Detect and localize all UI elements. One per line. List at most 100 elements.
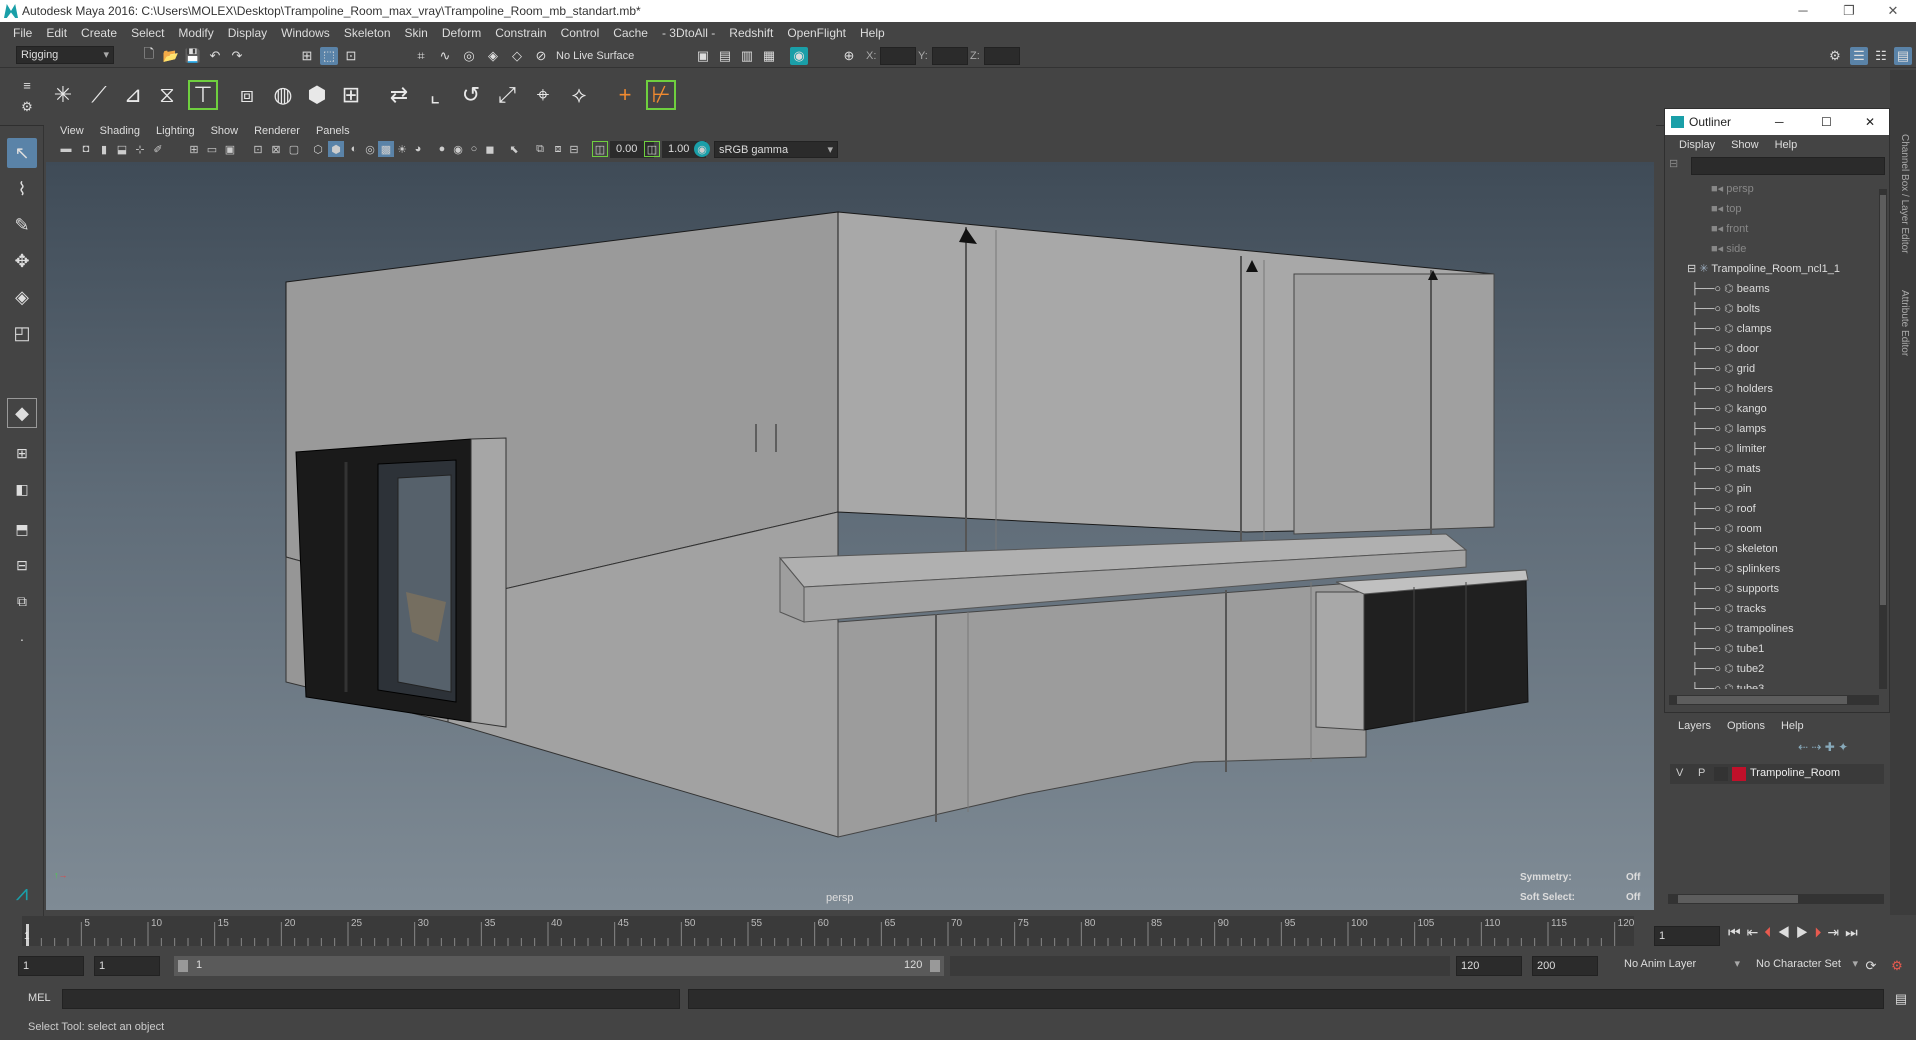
vp-menu-panels[interactable]: Panels [308, 125, 358, 137]
save-scene-icon[interactable]: 💾 [184, 47, 202, 65]
layer-color-swatch[interactable] [1732, 767, 1746, 781]
shadows-icon[interactable]: ◕ [410, 141, 426, 157]
menu-display[interactable]: Display [221, 26, 274, 40]
step-back-key-icon[interactable]: ⇤ [1747, 924, 1765, 940]
outliner-item-roof[interactable]: ├──○ ⌬ roof [1691, 499, 1756, 519]
play-forward-icon[interactable]: ▶ [1796, 924, 1815, 940]
film-gate-icon[interactable]: ▭ [204, 141, 220, 157]
menu-select[interactable]: Select [124, 26, 171, 40]
select-camera-icon[interactable]: ▬ [58, 141, 74, 157]
select-component-icon[interactable]: ⊡ [342, 47, 360, 65]
outliner-item-splinkers[interactable]: ├──○ ⌬ splinkers [1691, 559, 1780, 579]
outliner-item-grid[interactable]: ├──○ ⌬ grid [1691, 359, 1755, 379]
camera-attributes-icon[interactable]: ◘ [78, 141, 94, 157]
single-perspective-layout-icon[interactable]: ◆ [7, 398, 37, 428]
vp-menu-show[interactable]: Show [203, 125, 247, 137]
default-material-icon[interactable]: ◐ [346, 141, 362, 157]
playback-start-field[interactable]: 1 [94, 956, 160, 976]
menu-edit[interactable]: Edit [39, 26, 74, 40]
outliner-item-skeleton[interactable]: ├──○ ⌬ skeleton [1691, 539, 1778, 559]
hypershade-layout-icon[interactable]: ⊟ [7, 550, 37, 580]
outliner-item-mats[interactable]: ├──○ ⌬ mats [1691, 459, 1761, 479]
color-management-icon[interactable]: ◉ [694, 141, 710, 157]
outliner-item-door[interactable]: ├──○ ⌬ door [1691, 339, 1759, 359]
restore-button[interactable]: ❐ [1826, 0, 1872, 22]
exposure-icon[interactable]: ◫ [592, 141, 608, 157]
2d-pan-zoom-icon[interactable]: ⊹ [132, 141, 148, 157]
animation-prefs-icon[interactable]: ⚙ [1888, 957, 1906, 975]
time-slider[interactable]: 1 5 10 15 20 25 30 35 40 45 50 55 60 65 70 75 80 85 90 95 1… [22, 916, 1634, 946]
textured-icon[interactable]: ▩ [378, 141, 394, 157]
step-forward-key-icon[interactable]: ⇥ [1827, 924, 1845, 940]
mel-label[interactable]: MEL [28, 992, 51, 1004]
point-constraint-icon[interactable]: ⌞ [420, 80, 450, 110]
shelf-settings-icon[interactable]: ⚙ [18, 98, 36, 116]
scale-constraint-icon[interactable]: ⤢ [492, 80, 522, 110]
smooth-shade-icon[interactable]: ⬢ [328, 141, 344, 157]
outliner-camera-front[interactable]: ■◂ front [1711, 219, 1748, 239]
xray-icon[interactable]: ⧉ [532, 141, 548, 157]
outliner-minimize-button[interactable]: ─ [1775, 109, 1784, 135]
field-chart-icon[interactable]: ⊠ [268, 141, 284, 157]
outliner-item-clamps[interactable]: ├──○ ⌬ clamps [1691, 319, 1772, 339]
bookmark-icon[interactable]: ▮ [96, 141, 112, 157]
layer-visibility-toggle[interactable]: V [1676, 767, 1683, 779]
motion-blur-icon[interactable]: ◉ [450, 141, 466, 157]
snap-grid-icon[interactable]: ⌗ [412, 47, 430, 65]
outliner-menu-display[interactable]: Display [1671, 139, 1723, 151]
bind-skin-icon[interactable]: ⧈ [232, 80, 262, 110]
render-view-icon[interactable]: ▣ [694, 47, 712, 65]
range-slider[interactable]: 1 120 [174, 956, 944, 976]
persp-graph-layout-icon[interactable]: ⬒ [7, 514, 37, 544]
channel-box-toggle-icon[interactable]: ▤ [1894, 47, 1912, 65]
wireframe-on-shaded-icon[interactable]: ◎ [362, 141, 378, 157]
character-set-dropdown[interactable]: No Character Set [1752, 956, 1862, 976]
tool-settings-icon[interactable]: ☷ [1872, 47, 1890, 65]
outliner-maximize-button[interactable]: ☐ [1821, 109, 1832, 135]
resolution-gate-icon[interactable]: ▣ [222, 141, 238, 157]
snap-live-icon[interactable]: ⊘ [532, 47, 550, 65]
xray-joints-icon[interactable]: ⧈ [550, 141, 566, 157]
menu-redshift[interactable]: Redshift [722, 26, 780, 40]
lattice-icon[interactable]: ⬢ [302, 80, 332, 110]
grease-pencil-icon[interactable]: ✐ [150, 141, 166, 157]
outliner-item-limiter[interactable]: ├──○ ⌬ limiter [1691, 439, 1766, 459]
current-frame-field[interactable]: 1 [1654, 926, 1720, 946]
outliner-item-tube3[interactable]: ├──○ ⌬ tube3 [1691, 679, 1764, 689]
go-to-end-icon[interactable]: ⏭ [1845, 924, 1864, 940]
outliner-item-tube2[interactable]: ├──○ ⌬ tube2 [1691, 659, 1764, 679]
parent-constraint-icon[interactable]: ⇄ [384, 80, 414, 110]
set-driven-key-icon[interactable]: ⊬ [646, 80, 676, 110]
create-joint-icon[interactable]: ✳ [48, 80, 78, 110]
image-plane-icon[interactable]: ⬓ [114, 141, 130, 157]
snap-point-icon[interactable]: ◎ [460, 47, 478, 65]
y-field[interactable] [932, 47, 968, 65]
outliner-item-tracks[interactable]: ├──○ ⌬ tracks [1691, 599, 1766, 619]
paint-weights-icon[interactable]: ◍ [268, 80, 298, 110]
outliner-search-field[interactable] [1691, 157, 1885, 175]
custom-layout-icon[interactable]: · [7, 624, 37, 654]
attribute-editor-toggle-icon[interactable]: ☰ [1850, 47, 1868, 65]
go-to-start-icon[interactable]: ⏮ [1728, 924, 1747, 940]
open-scene-icon[interactable]: 📂 [162, 47, 180, 65]
grid-toggle-icon[interactable]: ⊞ [186, 141, 202, 157]
persp-hypershade-layout-icon[interactable]: ⧉ [7, 586, 37, 616]
aim-constraint-icon[interactable]: ⌖ [528, 80, 558, 110]
outliner-menu-help[interactable]: Help [1767, 139, 1806, 151]
gamma-icon[interactable]: ◫ [644, 141, 660, 157]
locator-icon[interactable]: + [610, 80, 640, 110]
persp-outliner-layout-icon[interactable]: ◧ [7, 474, 37, 504]
mel-input[interactable] [62, 989, 680, 1009]
render-frame-icon[interactable]: ▤ [716, 47, 734, 65]
outliner-vertical-scrollbar[interactable] [1879, 189, 1887, 689]
auto-key-icon[interactable]: ⟳ [1862, 957, 1880, 975]
layer-menu-help[interactable]: Help [1773, 720, 1812, 732]
menu-constrain[interactable]: Constrain [488, 26, 553, 40]
menu-modify[interactable]: Modify [171, 26, 220, 40]
rotate-tool-icon[interactable]: ◈ [7, 282, 37, 312]
vp-menu-lighting[interactable]: Lighting [148, 125, 203, 137]
paint-select-tool-icon[interactable]: ✎ [7, 210, 37, 240]
new-scene-icon[interactable]: 🗋 [140, 46, 158, 65]
menu-file[interactable]: File [6, 26, 39, 40]
live-surface-label[interactable]: No Live Surface [556, 50, 634, 62]
